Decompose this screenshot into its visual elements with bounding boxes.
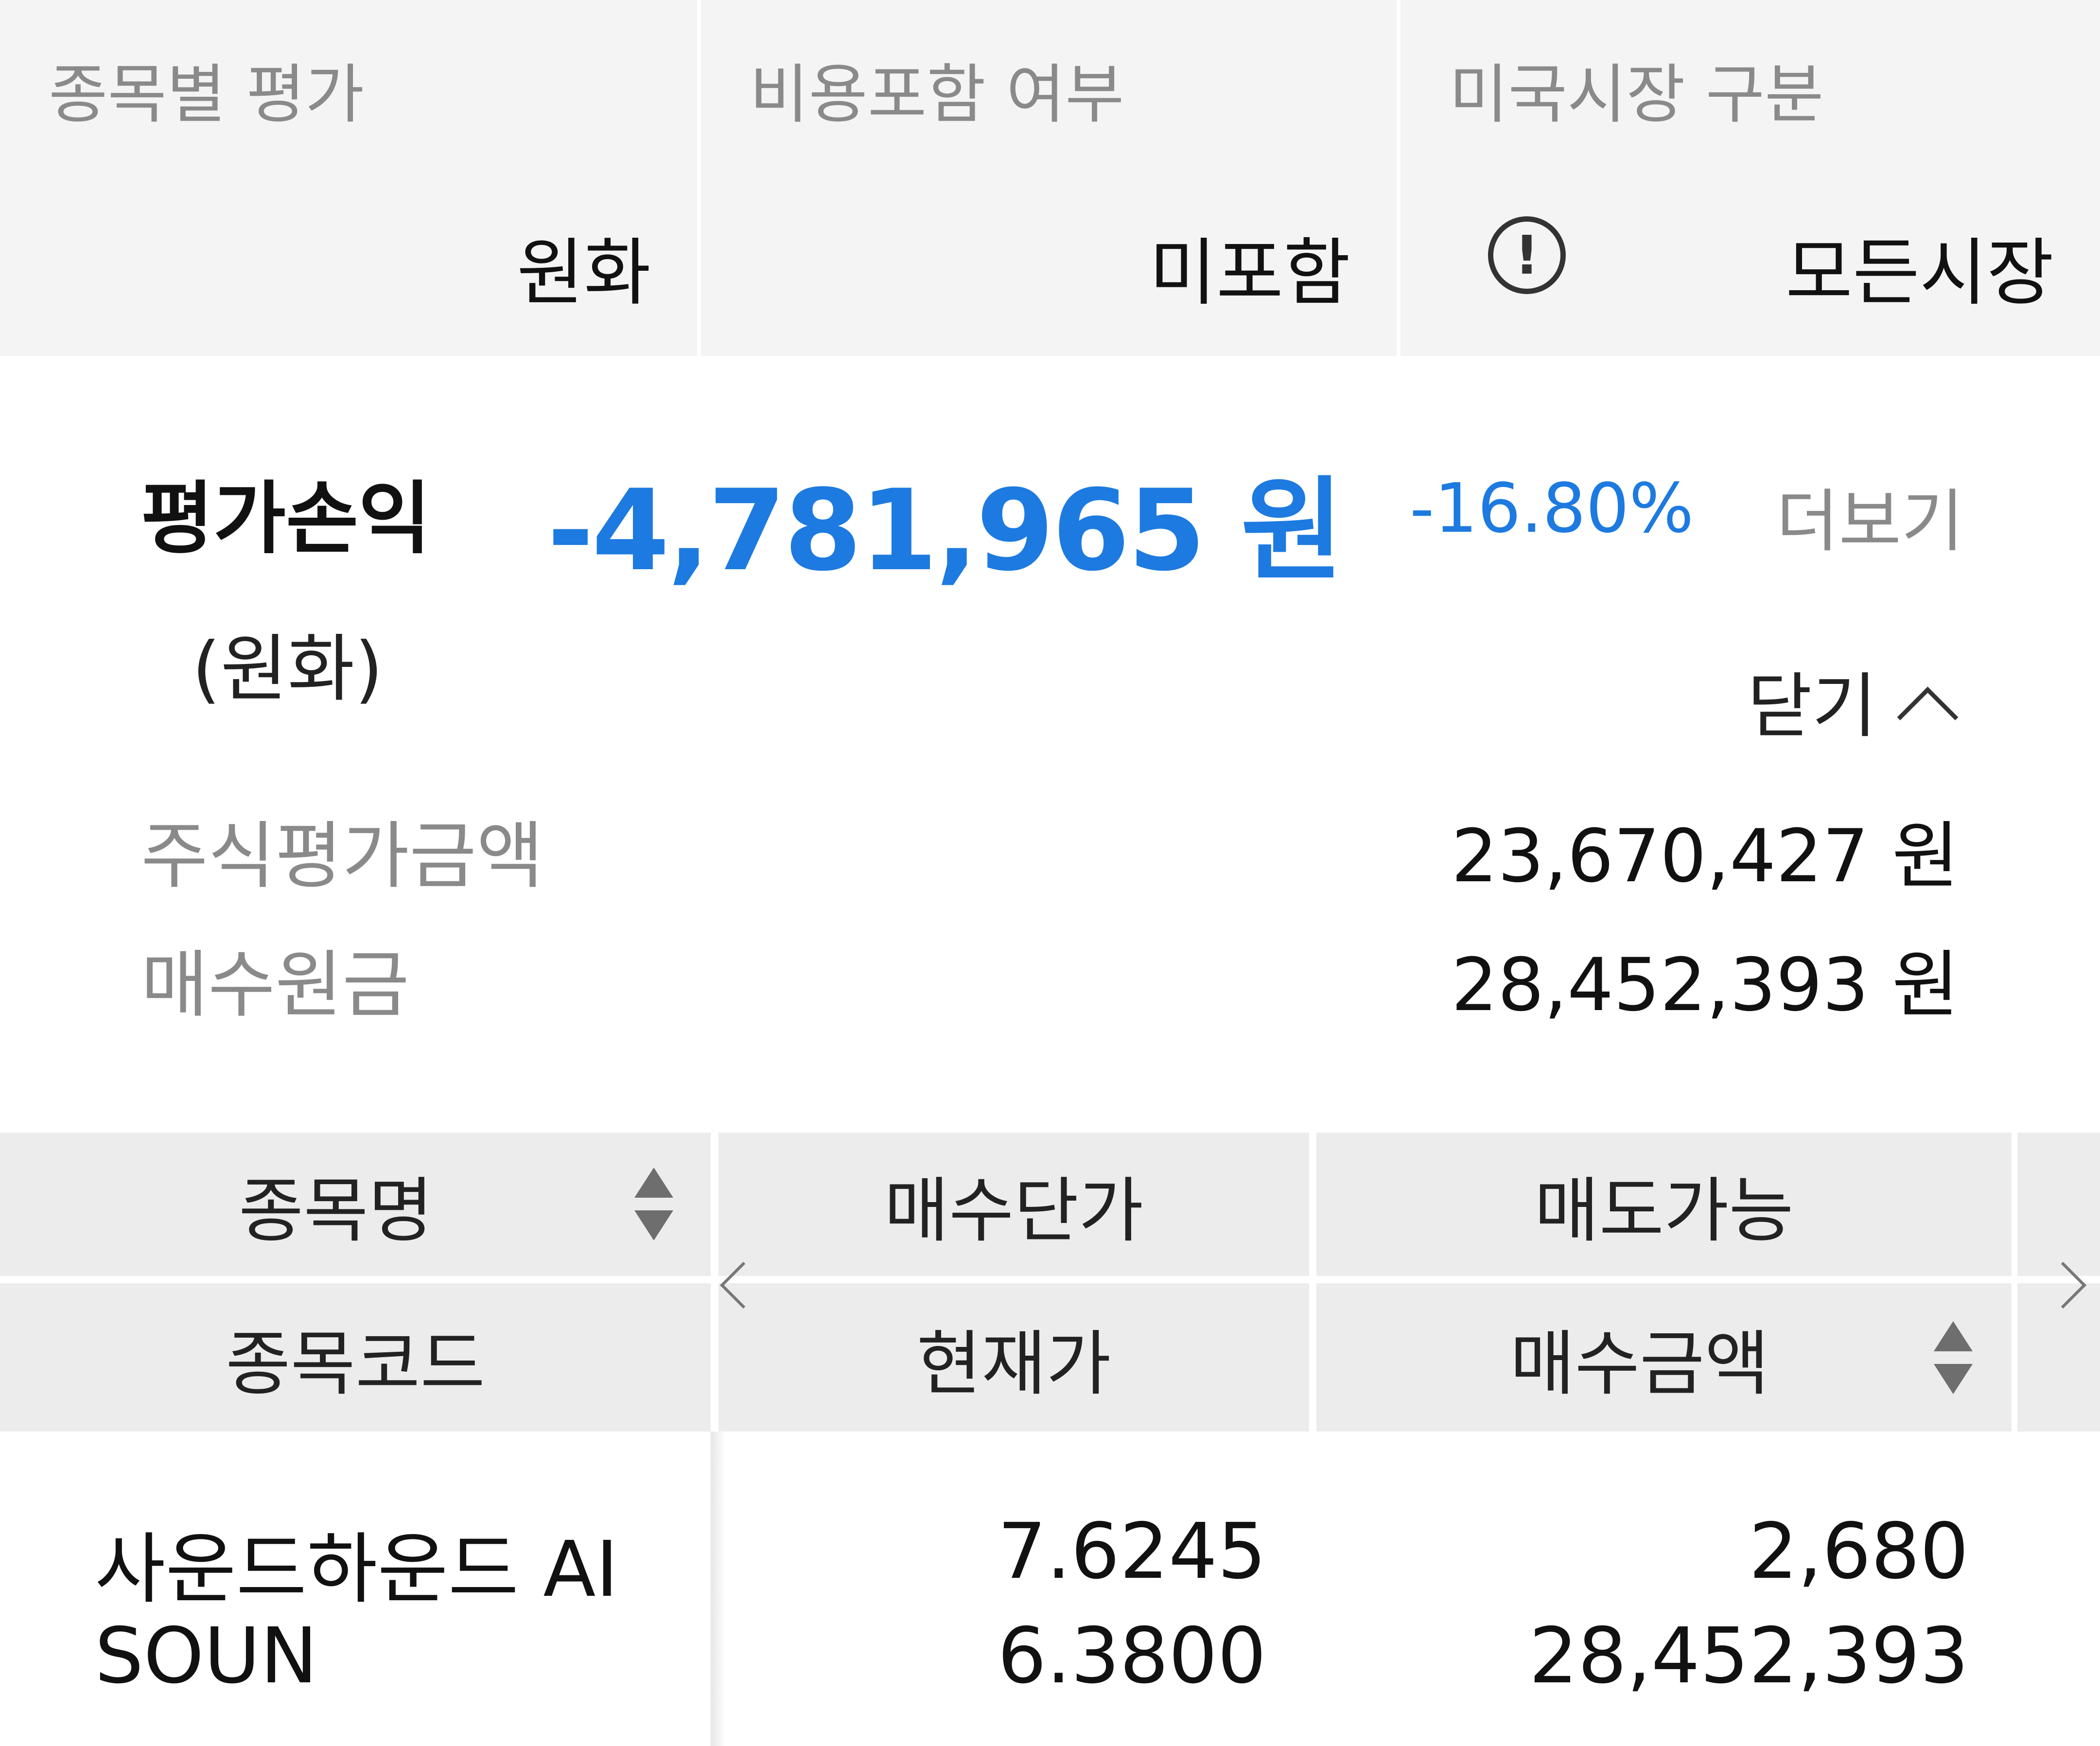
more-button[interactable]: 더보기 xyxy=(1776,467,1964,565)
header-sellable[interactable]: 매도가능 xyxy=(1316,1133,2012,1276)
detail-value: 28,452,393 원 xyxy=(1451,943,1959,1028)
chevron-left-icon[interactable] xyxy=(712,1257,767,1310)
close-label: 닫기 xyxy=(1747,665,1877,748)
detail-row-stock-value: 주식평가금액 23,670,427 원 xyxy=(141,797,1959,899)
close-button[interactable]: 닫기 xyxy=(1747,649,1959,751)
filter-title: 종목별 평가 xyxy=(49,57,365,132)
current-price: 6.3800 xyxy=(998,1611,1266,1701)
chevron-up-icon xyxy=(1897,686,1959,748)
header-label: 매도가능 xyxy=(1534,1170,1794,1252)
header-label: 매수단가 xyxy=(884,1170,1144,1252)
filter-title: 비용포함 여부 xyxy=(750,57,1124,132)
filter-bar: 종목별 평가 원화 비용포함 여부 미포함 미국시장 구분 ! 모든시장 xyxy=(0,0,2100,356)
detail-value: 23,670,427 원 xyxy=(1451,814,1959,899)
header-label: 현재가 xyxy=(916,1323,1111,1405)
header-stock-code: 종목코드 xyxy=(0,1283,711,1432)
filter-value[interactable]: 모든시장 xyxy=(1785,214,2054,319)
buy-amount: 28,452,393 xyxy=(1529,1611,1969,1701)
profit-loss-amount: -4,781,965 원 xyxy=(547,466,1344,596)
filter-us-market[interactable]: 미국시장 구분 ! 모든시장 xyxy=(1400,0,2100,356)
detail-row-principal: 매수원금 28,452,393 원 xyxy=(141,926,1959,1028)
sellable-quantity: 2,680 xyxy=(1749,1507,1969,1596)
stock-name: 사운드하운드 AI xyxy=(95,1525,619,1614)
header-next-column xyxy=(2017,1133,2100,1276)
sort-icon[interactable] xyxy=(1934,1321,1973,1394)
detail-label: 주식평가금액 xyxy=(141,814,544,899)
filter-valuation-currency[interactable]: 종목별 평가 원화 xyxy=(0,0,697,356)
filter-value[interactable]: 원화 xyxy=(517,214,651,319)
detail-label: 매수원금 xyxy=(141,943,410,1028)
buy-price: 7.6245 xyxy=(998,1507,1266,1596)
header-label: 종목명 xyxy=(238,1170,434,1252)
header-current-price[interactable]: 현재가 xyxy=(718,1283,1309,1432)
chevron-right-icon[interactable] xyxy=(2039,1257,2095,1310)
table-row[interactable]: 사운드하운드 AI SOUN 7.6245 6.3800 2,680 28,45… xyxy=(0,1432,2100,1746)
column-divider xyxy=(711,1432,725,1746)
header-label: 종목코드 xyxy=(226,1323,485,1405)
holdings-table-header: 종목명 종목코드 매수단가 현재가 매도가능 매수금액 xyxy=(0,1133,2100,1432)
stock-code: SOUN xyxy=(95,1611,318,1701)
filter-include-cost[interactable]: 비용포함 여부 미포함 xyxy=(701,0,1397,356)
filter-title: 미국시장 구분 xyxy=(1449,57,1824,132)
header-stock-name[interactable]: 종목명 xyxy=(0,1133,711,1276)
filter-value[interactable]: 미포함 xyxy=(1149,214,1350,319)
currency-sub-label: (원화) xyxy=(192,627,384,712)
header-buy-amount[interactable]: 매수금액 xyxy=(1316,1283,2012,1432)
profit-loss-rate: -16.80% xyxy=(1410,469,1694,548)
header-buy-price[interactable]: 매수단가 xyxy=(718,1133,1309,1276)
profit-loss-label: 평가손익 xyxy=(141,473,431,565)
info-icon[interactable]: ! xyxy=(1488,216,1566,294)
header-label: 매수금액 xyxy=(1510,1323,1769,1405)
sort-icon[interactable] xyxy=(634,1168,673,1240)
